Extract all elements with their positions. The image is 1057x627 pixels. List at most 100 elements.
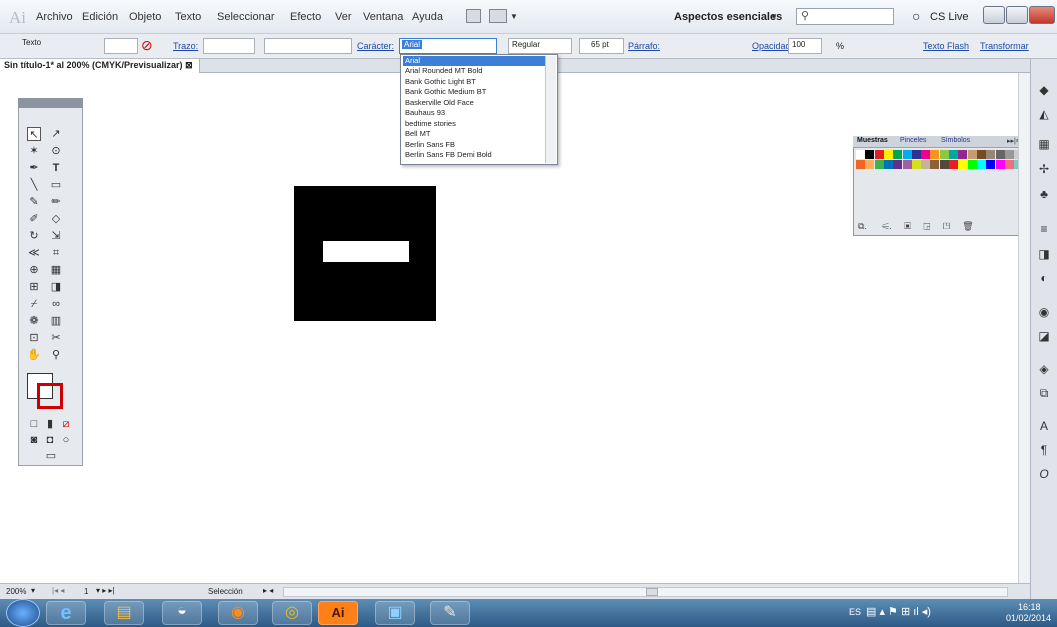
h-scroll-thumb[interactable] (646, 588, 658, 596)
arrange-dropdown-icon[interactable]: ▼ (510, 12, 518, 21)
mesh-tool-icon[interactable]: ⊞ (27, 280, 41, 294)
zoom-tool-icon[interactable]: ⚲ (49, 348, 63, 362)
transparency-dock-icon[interactable]: ◐ (1037, 271, 1051, 285)
stroke-dock-icon[interactable]: ≡ (1037, 222, 1051, 236)
rectangle-tool-icon[interactable]: ▭ (49, 178, 63, 192)
firefox-taskbar-icon[interactable]: ◉ (218, 601, 258, 625)
opentype-dock-icon[interactable]: O (1037, 467, 1051, 481)
color-guide-icon[interactable]: ◆ (1037, 83, 1051, 97)
color-swatch[interactable] (930, 160, 940, 169)
color-swatch[interactable] (893, 160, 903, 169)
menu-ver[interactable]: Ver (335, 11, 352, 23)
color-swatch[interactable] (856, 160, 865, 169)
menu-objeto[interactable]: Objeto (129, 11, 161, 23)
slice-tool-icon[interactable]: ✂ (49, 331, 63, 345)
workspace-dropdown-icon[interactable]: ▼ (770, 12, 778, 21)
font-option[interactable]: Berlin Sans FB (403, 140, 545, 150)
menu-seleccionar[interactable]: Seleccionar (217, 11, 274, 23)
menu-ventana[interactable]: Ventana (363, 11, 403, 23)
color-swatch[interactable] (967, 150, 977, 159)
paragraph-link[interactable]: Párrafo: (628, 41, 660, 51)
graphic-styles-dock-icon[interactable]: ◪ (1037, 329, 1051, 343)
none-mode-icon[interactable]: ⧄ (59, 417, 73, 431)
start-button[interactable] (6, 599, 40, 627)
font-option[interactable]: Bank Gothic Light BT (403, 77, 545, 87)
color-swatch[interactable] (911, 160, 921, 169)
app-taskbar-icon[interactable]: ✎ (430, 601, 470, 625)
show-kinds-icon[interactable]: ⚟. (882, 221, 892, 231)
menu-archivo[interactable]: Archivo (36, 11, 73, 23)
color-swatch[interactable] (949, 150, 958, 159)
color-swatch[interactable] (995, 150, 1005, 159)
zoom-dropdown-icon[interactable]: ▾ (31, 586, 35, 595)
color-swatch[interactable] (883, 160, 893, 169)
flash-text-link[interactable]: Texto Flash (923, 41, 969, 51)
draw-normal-icon[interactable]: ◙ (27, 433, 41, 447)
fill-color-select[interactable] (104, 38, 138, 54)
layers-dock-icon[interactable]: ◈ (1037, 362, 1051, 376)
first-page-icon[interactable]: |◂ ◂ (52, 586, 64, 595)
delete-swatch-icon[interactable]: 🗑 (962, 221, 973, 231)
page-number[interactable]: 1 (84, 587, 88, 596)
color-swatch[interactable] (874, 160, 884, 169)
tab-muestras[interactable]: Muestras (857, 137, 888, 144)
paint-taskbar-icon[interactable]: ◒ (162, 601, 202, 625)
font-option[interactable]: Berlin Sans FB Demi Bold (403, 150, 545, 160)
artboards-dock-icon[interactable]: ⧉ (1037, 386, 1051, 401)
width-tool-icon[interactable]: ≪ (27, 246, 41, 260)
font-option[interactable]: bedtime stories (403, 119, 545, 129)
stroke-link[interactable]: Trazo: (173, 41, 198, 51)
color-swatch[interactable] (939, 160, 949, 169)
character-dock-icon[interactable]: A (1037, 419, 1051, 433)
gradient-dock-icon[interactable]: ◨ (1037, 247, 1051, 261)
column-graph-tool-icon[interactable]: ▥ (49, 314, 63, 328)
gradient-tool-icon[interactable]: ◨ (49, 280, 63, 294)
color-swatch[interactable] (911, 150, 921, 159)
color-swatch[interactable] (986, 150, 996, 159)
color-panel-icon[interactable]: ◭ (1037, 107, 1051, 121)
color-swatch[interactable] (865, 160, 875, 169)
swatch-library-icon[interactable]: ⧉. (858, 221, 867, 231)
page-dropdown-icon[interactable]: ▾ ▸ ▸| (96, 586, 115, 595)
draw-inside-icon[interactable]: ○ (59, 433, 73, 447)
font-option[interactable]: Bank Gothic Medium BT (403, 87, 545, 97)
color-swatch[interactable] (986, 160, 996, 169)
color-swatch[interactable] (976, 150, 986, 159)
font-style-select[interactable]: Regular (508, 38, 572, 54)
help-search-input[interactable]: ⚲ (796, 8, 894, 25)
swatch-grid[interactable] (856, 150, 1024, 218)
font-option[interactable]: Bauhaus 93 (403, 108, 545, 118)
menu-ayuda[interactable]: Ayuda (412, 11, 443, 23)
color-swatch[interactable] (921, 160, 931, 169)
workspace-switcher[interactable]: Aspectos esenciales (674, 11, 782, 23)
direct-selection-tool-icon[interactable]: ↗ (49, 127, 63, 141)
magic-wand-tool-icon[interactable]: ✶ (27, 144, 41, 158)
color-swatch[interactable] (902, 150, 912, 159)
illustrator-taskbar-icon[interactable]: Ai (318, 601, 358, 625)
font-family-select[interactable]: Arial (399, 38, 497, 54)
color-swatch[interactable] (856, 150, 865, 159)
symbol-sprayer-tool-icon[interactable]: ❁ (27, 314, 41, 328)
minimize-button[interactable] (983, 6, 1005, 24)
color-swatch[interactable] (930, 150, 940, 159)
align-buttons[interactable] (686, 38, 746, 54)
scale-tool-icon[interactable]: ⇲ (49, 229, 63, 243)
color-swatch[interactable] (976, 160, 986, 169)
tools-panel-header[interactable] (18, 98, 83, 108)
new-color-group-icon[interactable]: ◲ (924, 221, 931, 231)
clock-time[interactable]: 16:18 (1018, 602, 1041, 612)
vertical-scrollbar[interactable] (1018, 73, 1030, 583)
artboard-tool-icon[interactable]: ⊡ (27, 331, 41, 345)
new-swatch-icon[interactable]: ◳ (943, 221, 950, 231)
free-transform-tool-icon[interactable]: ⌗ (49, 246, 63, 260)
bridge-button[interactable] (466, 9, 481, 23)
color-swatch[interactable] (1004, 150, 1014, 159)
color-swatch[interactable] (949, 160, 958, 169)
font-option[interactable]: Bell MT (403, 129, 545, 139)
font-size-select[interactable]: 65 pt (579, 38, 624, 54)
font-option[interactable]: Baskerville Old Face (403, 98, 545, 108)
swatch-options-icon[interactable]: ▣ (904, 221, 911, 231)
pen-tool-icon[interactable]: ✒ (27, 161, 41, 175)
transform-link[interactable]: Transformar (980, 41, 1029, 51)
color-swatch[interactable] (958, 160, 968, 169)
